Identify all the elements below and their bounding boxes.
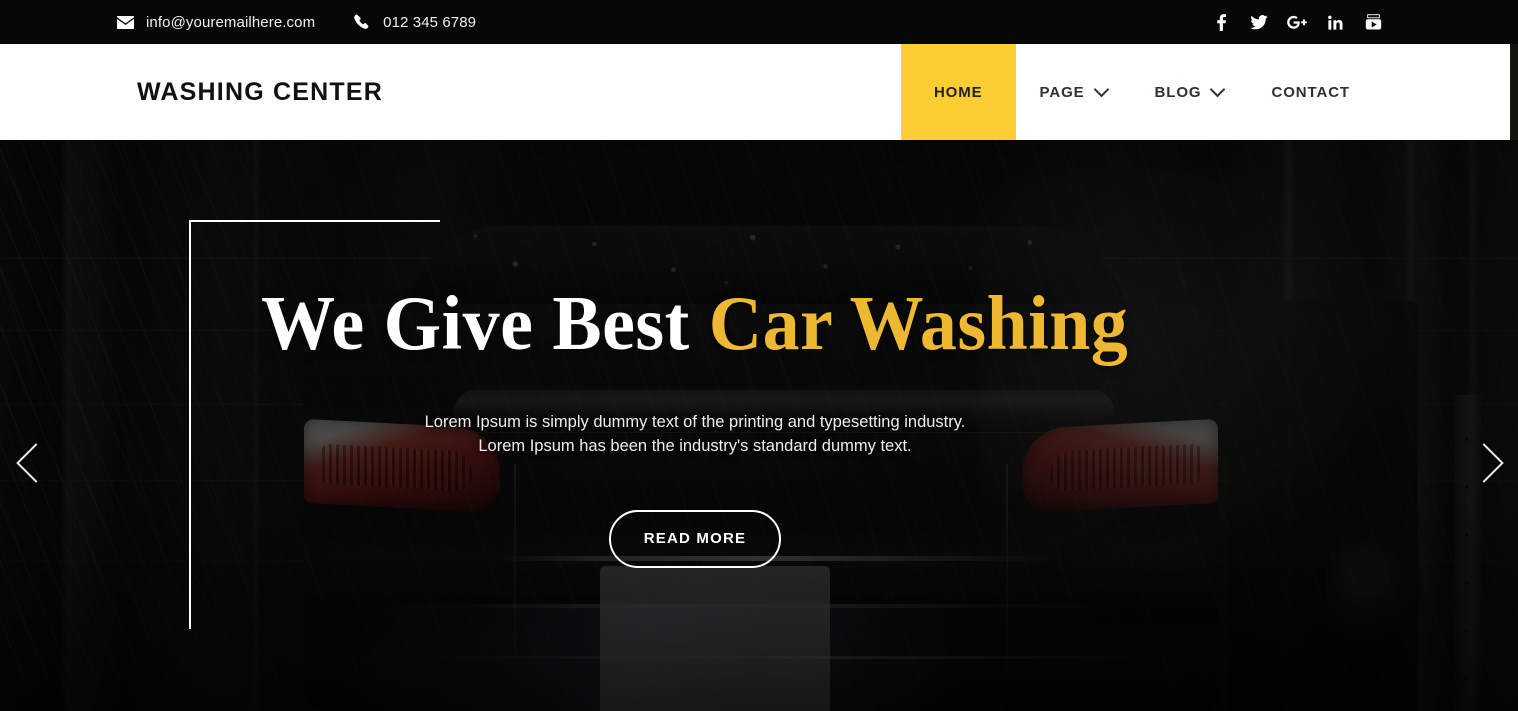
twitter-icon[interactable] [1240,0,1278,44]
slider-next-button[interactable] [1460,437,1510,489]
topbar-email-link[interactable]: info@youremailhere.com [114,11,315,33]
nav-item-home[interactable]: HOME [900,44,1016,140]
topbar-phone-link[interactable]: 012 345 6789 [351,11,476,33]
hero-subtitle-line-2: Lorem Ipsum has been the industry's stan… [478,436,912,455]
nav-item-page[interactable]: PAGE [1016,44,1131,140]
nav-item-contact[interactable]: CONTACT [1247,44,1374,140]
facebook-icon[interactable] [1202,0,1240,44]
hero-title-accent: Car Washing [709,280,1129,367]
hero-slider: We Give Best Car Washing Lorem Ipsum is … [0,140,1518,711]
chevron-down-icon [1093,81,1109,97]
chevron-left-icon [16,443,56,483]
chevron-down-icon [1210,81,1226,97]
google-plus-icon[interactable] [1278,0,1316,44]
nav-item-home-label: HOME [933,83,983,101]
nav-item-contact-label: CONTACT [1271,83,1350,101]
topbar-phone-text: 012 345 6789 [383,13,477,31]
topbar-social-group [1202,0,1392,44]
topbar: info@youremailhere.com 012 345 6789 [0,0,1518,44]
linkedin-icon[interactable] [1316,0,1354,44]
hero-subtitle-line-1: Lorem Ipsum is simply dummy text of the … [424,412,966,431]
hero-subtitle: Lorem Ipsum is simply dummy text of the … [425,410,966,458]
hero-content: We Give Best Car Washing Lorem Ipsum is … [0,140,1390,711]
site-header: WASHING CENTER HOME PAGE BLOG CONTACT [0,44,1510,140]
hero-title: We Give Best Car Washing [261,283,1128,364]
topbar-contact-group: info@youremailhere.com 012 345 6789 [114,0,476,44]
read-more-button[interactable]: READ MORE [609,509,781,568]
envelope-icon [114,11,136,33]
nav-item-blog-label: BLOG [1154,83,1202,101]
page-right-edge [1510,44,1518,140]
nav-item-blog[interactable]: BLOG [1131,44,1248,140]
hero-title-plain: We Give Best [261,280,710,367]
nav-item-page-label: PAGE [1039,83,1085,101]
main-navigation: HOME PAGE BLOG CONTACT [900,44,1374,140]
topbar-email-text: info@youremailhere.com [146,13,316,31]
chevron-right-icon [1464,443,1504,483]
page-root: info@youremailhere.com 012 345 6789 WASH… [0,0,1518,711]
site-logo[interactable]: WASHING CENTER [137,44,383,140]
slider-prev-button[interactable] [8,437,58,489]
phone-icon [351,11,373,33]
youtube-icon[interactable] [1354,0,1392,44]
